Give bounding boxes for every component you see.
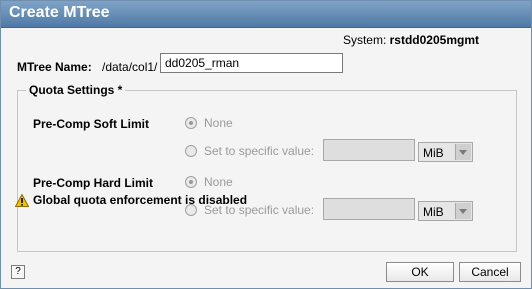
mtree-name-label: MTree Name: xyxy=(17,60,92,74)
quota-settings-group: Quota Settings * Pre-Comp Soft Limit Non… xyxy=(17,83,517,252)
hard-limit-label: Pre-Comp Hard Limit xyxy=(33,176,154,190)
mtree-path-prefix: /data/col1/ xyxy=(102,60,158,74)
warning-icon xyxy=(15,194,29,207)
soft-specific-radio[interactable] xyxy=(185,145,197,157)
quota-warning-text: Global quota enforcement is disabled xyxy=(33,193,248,207)
chevron-down-icon xyxy=(455,144,471,160)
system-label: System: xyxy=(342,33,387,47)
system-info: System: rstdd0205mgmt xyxy=(343,33,479,47)
soft-value-input[interactable] xyxy=(323,139,415,161)
ok-button[interactable]: OK xyxy=(386,262,454,282)
soft-none-label: None xyxy=(204,116,233,130)
cancel-button[interactable]: Cancel xyxy=(459,262,521,282)
soft-none-radio[interactable] xyxy=(185,117,197,129)
quota-settings-legend: Quota Settings * xyxy=(26,83,126,97)
chevron-down-icon xyxy=(455,203,471,219)
soft-unit-value: MiB xyxy=(423,146,444,160)
dialog-footer: ? OK Cancel xyxy=(3,259,529,287)
soft-specific-label: Set to specific value: xyxy=(204,144,315,158)
soft-unit-select[interactable]: MiB xyxy=(418,142,473,162)
hard-unit-value: MiB xyxy=(423,205,444,219)
hard-none-radio[interactable] xyxy=(185,176,197,188)
hard-unit-select[interactable]: MiB xyxy=(418,201,473,221)
dialog-title: Create MTree xyxy=(9,4,110,21)
help-icon[interactable]: ? xyxy=(11,265,25,279)
system-value: rstdd0205mgmt xyxy=(389,33,479,47)
mtree-name-input[interactable] xyxy=(160,53,343,73)
hard-none-label: None xyxy=(204,175,233,189)
soft-limit-label: Pre-Comp Soft Limit xyxy=(33,117,149,131)
create-mtree-dialog: Create MTree System: rstdd0205mgmt MTree… xyxy=(0,0,532,289)
hard-value-input[interactable] xyxy=(323,198,415,220)
dialog-content: System: rstdd0205mgmt MTree Name: /data/… xyxy=(3,28,529,258)
dialog-titlebar[interactable]: Create MTree xyxy=(1,1,531,28)
